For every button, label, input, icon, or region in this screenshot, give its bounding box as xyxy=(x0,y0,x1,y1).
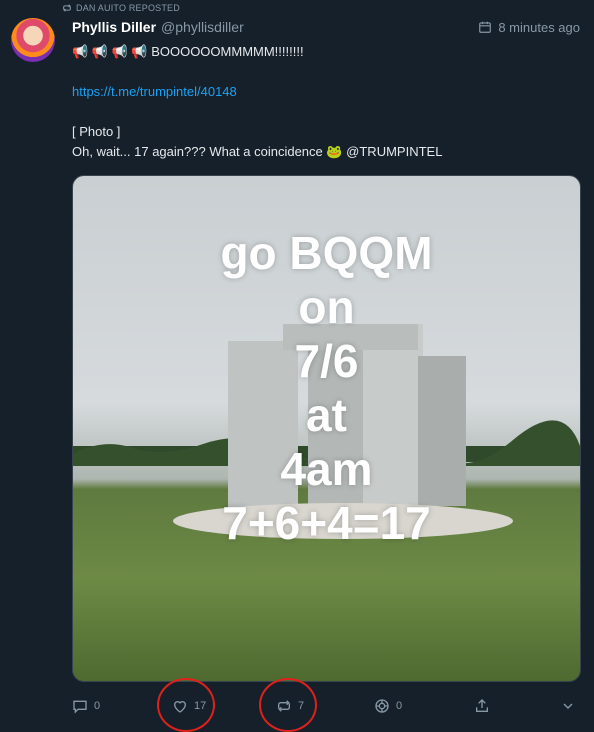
author-handle[interactable]: @phyllisdiller xyxy=(161,19,244,35)
timestamp-text: 8 minutes ago xyxy=(498,19,580,35)
reply-icon xyxy=(73,700,87,714)
author-name[interactable]: Phyllis Diller xyxy=(72,19,156,35)
action-bar: 0 17 7 0 xyxy=(72,693,580,719)
post-body: 📢 📢 📢 📢 BOOOOOOMMMMM!!!!!!!! https://t.m… xyxy=(72,42,580,162)
repost-indicator: DAN AUITO REPOSTED xyxy=(62,3,180,13)
overlay-line: at xyxy=(306,389,347,441)
post-link[interactable]: https://t.me/trumpintel/40148 xyxy=(72,84,237,99)
photo-label: [ Photo ] xyxy=(72,124,121,139)
quote-button[interactable]: 0 xyxy=(374,693,402,719)
overlay-line: 7+6+4=17 xyxy=(222,497,431,549)
post-header: Phyllis Diller @phyllisdiller 8 minutes … xyxy=(72,18,580,36)
overlay-line: 4am xyxy=(280,443,373,495)
timestamp[interactable]: 8 minutes ago xyxy=(478,20,580,35)
quote-count: 0 xyxy=(396,700,403,712)
avatar[interactable] xyxy=(11,18,55,62)
like-button[interactable]: 17 xyxy=(172,693,206,719)
share-icon xyxy=(476,699,488,712)
calendar-icon xyxy=(479,21,492,33)
repost-icon xyxy=(278,700,290,712)
overlay-line: go BQQM xyxy=(220,227,433,279)
more-button[interactable] xyxy=(560,693,576,719)
post-image[interactable]: go BQQM on 7/6 at 4am 7+6+4=17 xyxy=(72,175,581,682)
reply-button[interactable]: 0 xyxy=(72,693,100,719)
repost-label: DAN AUITO REPOSTED xyxy=(76,3,180,13)
repost-button[interactable]: 7 xyxy=(276,693,304,719)
overlay-line: on xyxy=(298,281,355,333)
post-text-line: 📢 📢 📢 📢 BOOOOOOMMMMM!!!!!!!! xyxy=(72,44,304,59)
share-button[interactable] xyxy=(474,693,490,719)
repost-icon xyxy=(63,4,71,12)
like-count: 17 xyxy=(194,700,207,712)
repost-count: 7 xyxy=(298,700,305,712)
overlay-line: 7/6 xyxy=(294,335,359,387)
post-caption: Oh, wait... 17 again??? What a coinciden… xyxy=(72,144,443,159)
quote-icon xyxy=(375,699,389,713)
reply-count: 0 xyxy=(94,700,101,712)
image-overlay-text: go BQQM on 7/6 at 4am 7+6+4=17 xyxy=(73,226,580,550)
heart-icon xyxy=(173,701,187,713)
chevron-down-icon xyxy=(563,703,573,709)
